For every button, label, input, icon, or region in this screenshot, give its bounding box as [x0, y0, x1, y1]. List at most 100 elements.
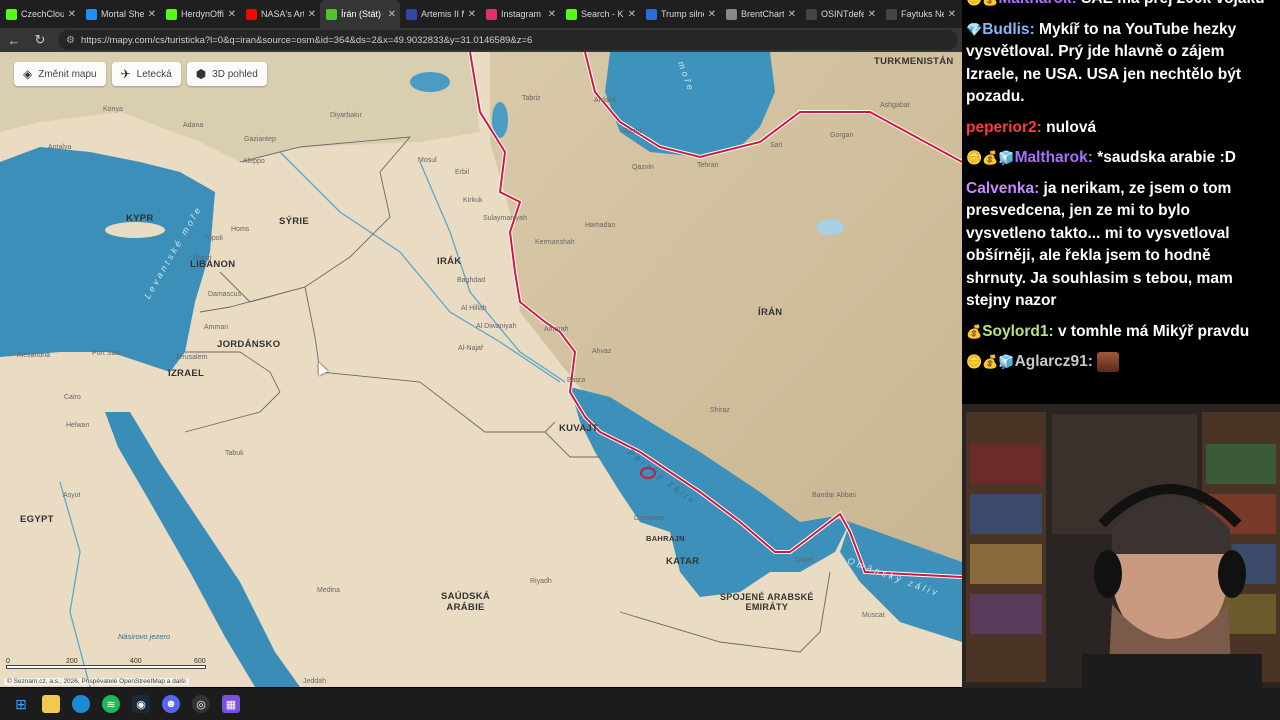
- url-text: https://mapy.com/cs/turisticka?l=0&q=ira…: [80, 34, 533, 46]
- close-tab-icon[interactable]: ✕: [628, 9, 636, 20]
- close-tab-icon[interactable]: ✕: [388, 9, 396, 20]
- tab-title: BrentChart:: [741, 9, 784, 19]
- tab-title: Mortal Shell: [101, 9, 144, 19]
- city-diyarbakir: Diyarbakır: [330, 112, 362, 119]
- label-uae: SPOJENÉ ARABSKÉ EMIRÁTY: [720, 592, 814, 612]
- 3d-view-label: 3D pohled: [212, 68, 258, 80]
- edge-icon[interactable]: [72, 695, 90, 713]
- chat-username[interactable]: Aglarcz91: [1015, 353, 1088, 370]
- city-kermanshah: Kermanshah: [535, 239, 575, 246]
- city-amarah: Amarah: [544, 326, 569, 333]
- windows-taskbar: ⊞ ≋ ◉ ☻ ◎ ▦: [0, 688, 1280, 720]
- lake-nasser: Násirovo jezero: [118, 632, 171, 641]
- chat-username[interactable]: peperior2: [966, 119, 1037, 136]
- city-sari: Sari: [770, 142, 783, 149]
- map-scale-bar: [6, 665, 206, 669]
- site-info-icon[interactable]: ⚙: [66, 35, 75, 46]
- city-gorgan: Gorgan: [830, 132, 854, 139]
- city-al-diwaniyah: Al Diwaniyah: [476, 323, 517, 330]
- city-ardabil: Ardabil: [594, 97, 616, 104]
- 3d-view-button[interactable]: ⬢ 3D pohled: [186, 62, 267, 86]
- label-egypt: EGYPT: [20, 514, 54, 525]
- tab-title: CzechCloud: [21, 9, 64, 19]
- aerial-button[interactable]: ✈ Letecká: [111, 62, 181, 86]
- close-tab-icon[interactable]: ✕: [308, 9, 316, 20]
- close-tab-icon[interactable]: ✕: [868, 9, 876, 20]
- chat-username[interactable]: Maltharok: [998, 0, 1071, 7]
- label-syria: SÝRIE: [279, 216, 310, 227]
- discord-icon[interactable]: ☻: [162, 695, 180, 713]
- user-badges-icon: 🪙💰🧊: [966, 354, 1015, 369]
- app-icon: [86, 8, 97, 20]
- steam-icon[interactable]: ◉: [132, 695, 150, 713]
- tab-title: HerdynOffic: [181, 9, 224, 19]
- airplane-icon: ✈: [120, 67, 131, 81]
- city-tehran: Tehran: [697, 162, 719, 169]
- user-badges-icon: 🪙💰🧊: [966, 150, 1015, 165]
- chat-text: v tomhle má Mikýř pravdu: [1057, 322, 1250, 340]
- browser-tab[interactable]: Trump silně ✕: [640, 0, 720, 28]
- chat-text: ja nerikam, ze jsem o tom presvedcena, j…: [966, 179, 1233, 310]
- chat-username[interactable]: Soylord1: [982, 323, 1048, 340]
- browser-tab[interactable]: CzechCloud ✕: [0, 0, 80, 28]
- map-copyright[interactable]: © Seznam.cz, a.s., 2026, Přispěvatelé Op…: [4, 678, 189, 685]
- chat-username[interactable]: Calvenka: [966, 180, 1034, 197]
- city-homs: Homs: [231, 226, 250, 233]
- close-tab-icon[interactable]: ✕: [548, 9, 556, 20]
- close-tab-icon[interactable]: ✕: [708, 9, 716, 20]
- chat-message: 🪙💰🧊Aglarcz91:: [966, 351, 1274, 374]
- webcam-overlay: [962, 404, 1280, 688]
- tab-title: Trump silně: [661, 9, 704, 19]
- chat-message: 💰Soylord1: v tomhle má Mikýř pravdu: [966, 322, 1250, 340]
- browser-tab[interactable]: Search - Kic ✕: [560, 0, 640, 28]
- label-turkmenistan: TURKMENISTÁN: [874, 56, 954, 67]
- browser-tab[interactable]: Mortal Shell ✕: [80, 0, 160, 28]
- chat-username[interactable]: Budlis: [982, 21, 1029, 38]
- browser-tab[interactable]: Faytuks Net ✕: [880, 0, 960, 28]
- close-tab-icon[interactable]: ✕: [68, 9, 76, 20]
- city-alexandria: Alexandria: [17, 352, 51, 359]
- kick-icon: [566, 8, 577, 20]
- label-saudi-arabia: SAÚDSKÁ ARÁBIE: [441, 591, 491, 613]
- windows-icon[interactable]: ⊞: [12, 695, 30, 713]
- kick-icon: [166, 8, 177, 20]
- app-grid-icon[interactable]: ▦: [222, 695, 240, 713]
- city-mosul: Mosul: [418, 157, 437, 164]
- city-sulaymaniyah: Sulaymaniyah: [483, 215, 527, 222]
- close-tab-icon[interactable]: ✕: [468, 9, 476, 20]
- user-badges-icon: 💎: [966, 21, 983, 37]
- browser-tab[interactable]: Artemis II M ✕: [400, 0, 480, 28]
- browser-tab[interactable]: HerdynOffic ✕: [160, 0, 240, 28]
- browser-tab[interactable]: Írán (Stát) - ✕: [320, 0, 400, 28]
- scale-label-200: 200: [66, 658, 78, 665]
- tab-title: Search - Kic: [581, 9, 624, 19]
- close-tab-icon[interactable]: ✕: [148, 9, 156, 20]
- city-tripoli: Tripoli: [204, 235, 223, 242]
- close-tab-icon[interactable]: ✕: [788, 9, 796, 20]
- city-muscat: Muscat: [862, 612, 885, 619]
- obs-icon[interactable]: ◎: [192, 695, 210, 713]
- city-al-najaf: Al-Najaf: [458, 345, 483, 352]
- back-icon[interactable]: ←: [6, 33, 22, 48]
- browser-tab[interactable]: OSINTdefen ✕: [800, 0, 880, 28]
- chat-emote: [1097, 351, 1120, 372]
- change-map-button[interactable]: ◈ Změnit mapu: [14, 62, 106, 86]
- chat-text: nulová: [1046, 118, 1097, 136]
- file-explorer-icon[interactable]: [42, 695, 60, 713]
- browser-tab[interactable]: BrentChart: ✕: [720, 0, 800, 28]
- browser-tab[interactable]: NASA's Arte ✕: [240, 0, 320, 28]
- close-tab-icon[interactable]: ✕: [948, 9, 956, 20]
- tab-title: Írán (Stát) -: [341, 9, 384, 19]
- browser-tab[interactable]: Instagram ✕: [480, 0, 560, 28]
- close-tab-icon[interactable]: ✕: [228, 9, 236, 20]
- news-icon: [646, 8, 657, 20]
- reload-icon[interactable]: ↻: [32, 32, 48, 48]
- chat-username[interactable]: Maltharok: [1015, 149, 1088, 166]
- spotify-icon[interactable]: ≋: [102, 695, 120, 713]
- map-canvas[interactable]: ◈ Změnit mapu ✈ Letecká ⬢ 3D pohled TURKMEN…: [0, 52, 962, 687]
- layers-icon: ◈: [23, 67, 33, 81]
- address-toolbar: ← ↻ ⚙ https://mapy.com/cs/turisticka?l=0…: [0, 28, 962, 52]
- city-beirut: Beirut: [193, 255, 212, 262]
- chat-message: 💎Budlis: Mykíř to na YouTube hezky vysvě…: [966, 20, 1242, 106]
- url-bar[interactable]: ⚙ https://mapy.com/cs/turisticka?l=0&q=i…: [58, 30, 958, 50]
